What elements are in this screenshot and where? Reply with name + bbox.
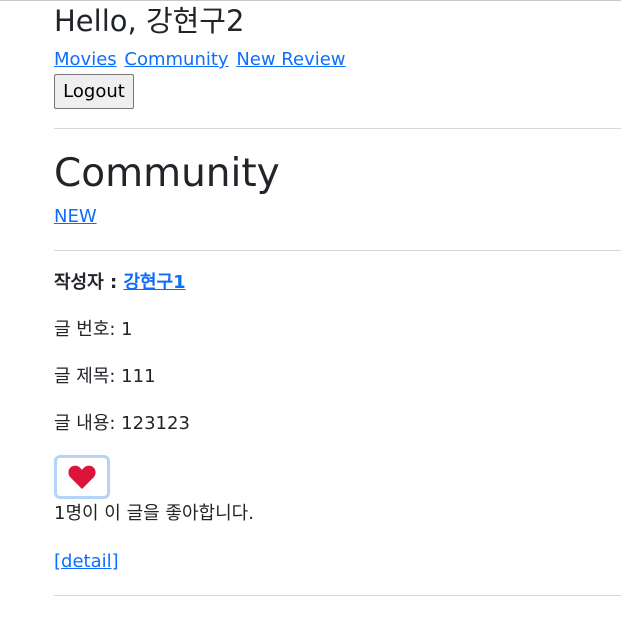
heart-icon xyxy=(68,465,96,489)
nav-link-community[interactable]: Community xyxy=(124,49,228,70)
nav-link-movies[interactable]: Movies xyxy=(54,49,117,70)
title-divider xyxy=(54,250,621,251)
author-label: 작성자 : xyxy=(54,272,118,293)
main-nav: Movies Community New Review xyxy=(54,48,348,72)
post-title: 글 제목: 111 xyxy=(54,366,156,387)
logout-button[interactable]: Logout xyxy=(54,74,134,109)
detail-link[interactable]: [detail] xyxy=(54,550,119,574)
post-number: 글 번호: 1 xyxy=(54,319,133,340)
page-title: Community xyxy=(54,151,280,196)
new-post-link[interactable]: NEW xyxy=(54,205,97,229)
post-content: 글 내용: 123123 xyxy=(54,413,190,434)
like-button[interactable] xyxy=(54,455,110,499)
greeting-heading: Hello, 강현구2 xyxy=(54,4,245,38)
nav-link-new-review[interactable]: New Review xyxy=(236,49,345,70)
author-link[interactable]: 강현구1 xyxy=(123,272,185,293)
post-author: 작성자 : 강현구1 xyxy=(54,271,186,295)
post-divider xyxy=(54,595,621,596)
like-count-text: 1명이 이 글을 좋아합니다. xyxy=(54,503,254,524)
top-divider xyxy=(0,0,621,1)
header-divider xyxy=(54,128,621,129)
